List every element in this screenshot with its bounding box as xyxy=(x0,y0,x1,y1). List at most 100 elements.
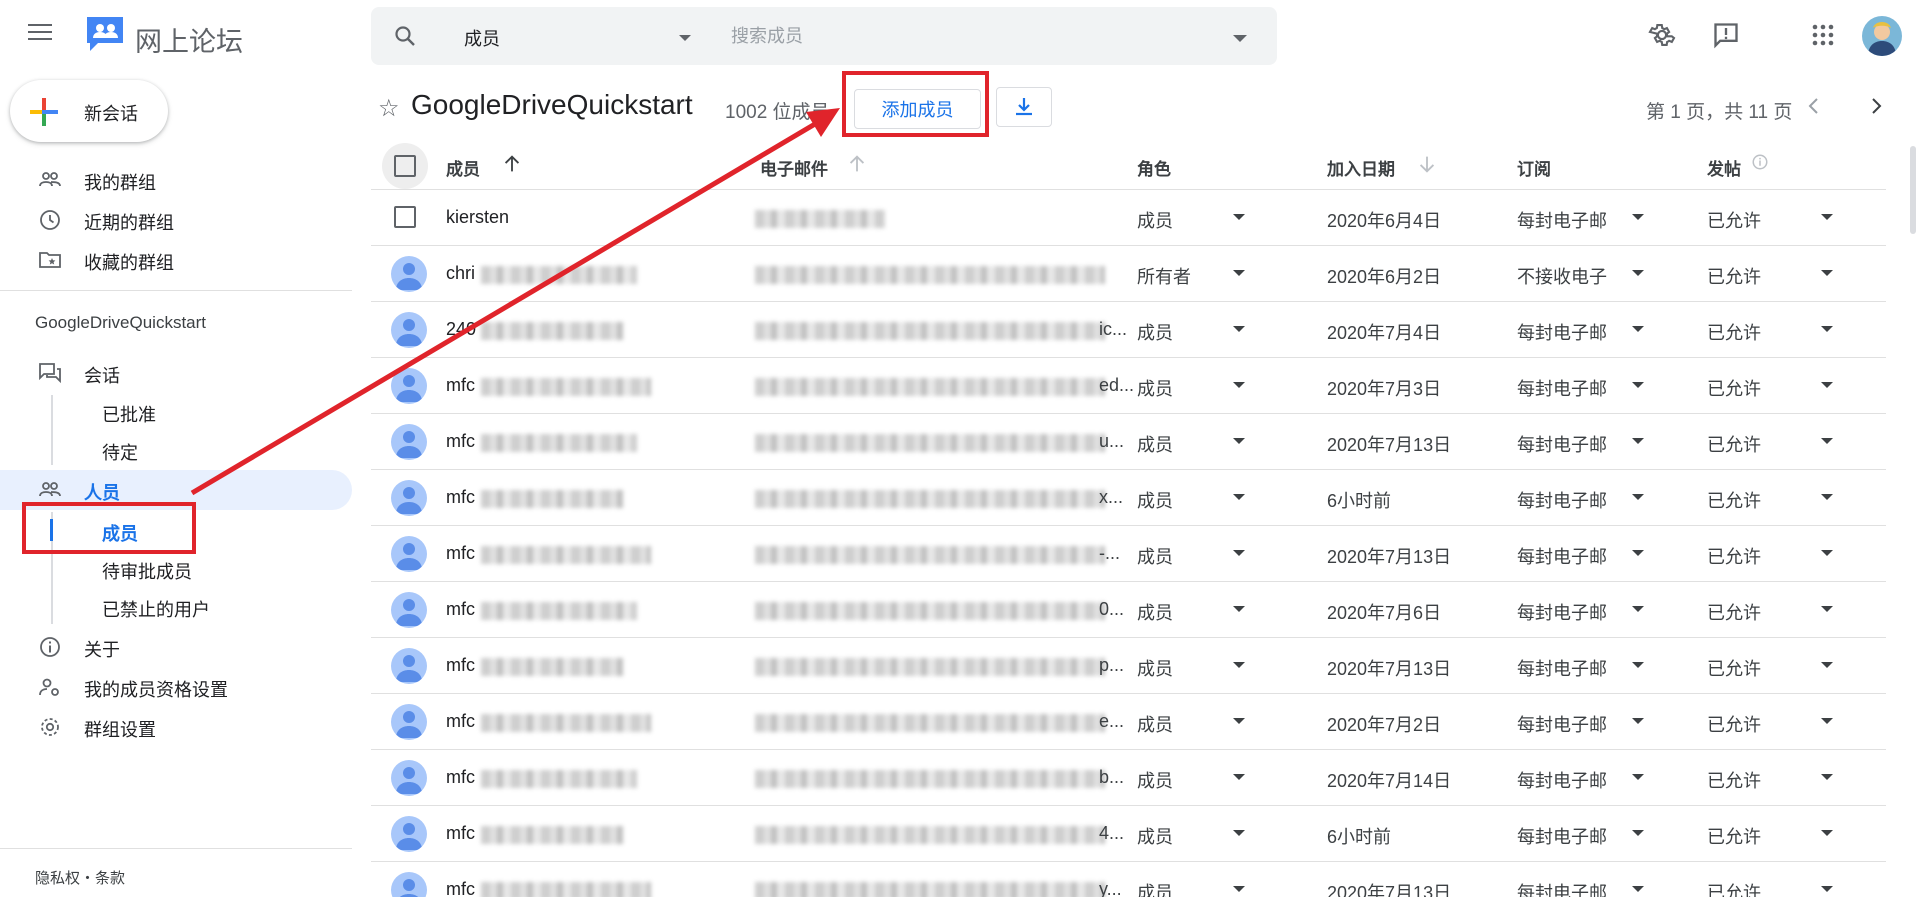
role-select[interactable]: 所有者 xyxy=(1137,263,1191,289)
table-row[interactable]: mfc p... 成员 2020年7月13日 每封电子邮 已允许 xyxy=(371,638,1886,694)
groups-logo-icon[interactable] xyxy=(84,14,126,56)
chevron-down-icon[interactable] xyxy=(1632,438,1644,444)
arrow-down-icon[interactable] xyxy=(1416,153,1438,175)
chevron-down-icon[interactable] xyxy=(1821,774,1833,780)
posting-select[interactable]: 已允许 xyxy=(1707,431,1761,457)
app-title[interactable]: 网上论坛 xyxy=(135,20,243,59)
chevron-down-icon[interactable] xyxy=(1233,606,1245,612)
chevron-down-icon[interactable] xyxy=(1233,830,1245,836)
column-header-member[interactable]: 成员 xyxy=(446,155,480,180)
chevron-down-icon[interactable] xyxy=(1233,382,1245,388)
chevron-down-icon[interactable] xyxy=(1233,438,1245,444)
posting-select[interactable]: 已允许 xyxy=(1707,543,1761,569)
chevron-down-icon[interactable] xyxy=(1632,214,1644,220)
posting-select[interactable]: 已允许 xyxy=(1707,879,1761,897)
posting-select[interactable]: 已允许 xyxy=(1707,207,1761,233)
chevron-right-icon[interactable] xyxy=(1864,94,1888,118)
member-name[interactable]: mfc xyxy=(446,823,475,844)
table-row[interactable]: mfc b... 成员 2020年7月14日 每封电子邮 已允许 xyxy=(371,750,1886,806)
chevron-down-icon[interactable] xyxy=(1821,270,1833,276)
member-name[interactable]: mfc xyxy=(446,879,475,897)
subscription-select[interactable]: 每封电子邮 xyxy=(1517,823,1607,849)
chevron-down-icon[interactable] xyxy=(1821,214,1833,220)
table-row[interactable]: mfc 4... 成员 6小时前 每封电子邮 已允许 xyxy=(371,806,1886,862)
nav-group-settings[interactable]: 群组设置 xyxy=(0,709,350,745)
role-select[interactable]: 成员 xyxy=(1137,487,1173,513)
search-options-icon[interactable] xyxy=(1233,35,1247,42)
nav-recent-groups[interactable]: 近期的群组 xyxy=(0,202,350,238)
posting-select[interactable]: 已允许 xyxy=(1707,375,1761,401)
chevron-down-icon[interactable] xyxy=(1821,718,1833,724)
chevron-down-icon[interactable] xyxy=(1233,718,1245,724)
role-select[interactable]: 成员 xyxy=(1137,823,1173,849)
new-conversation-button[interactable]: 新会话 xyxy=(10,80,168,142)
member-name[interactable]: mfc xyxy=(446,655,475,676)
column-header-subscription[interactable]: 订阅 xyxy=(1517,155,1551,180)
column-header-join-date[interactable]: 加入日期 xyxy=(1327,155,1395,180)
column-header-role[interactable]: 角色 xyxy=(1137,155,1171,180)
chevron-down-icon[interactable] xyxy=(1821,662,1833,668)
role-select[interactable]: 成员 xyxy=(1137,711,1173,737)
role-select[interactable]: 成员 xyxy=(1137,599,1173,625)
chevron-down-icon[interactable] xyxy=(1632,774,1644,780)
subscription-select[interactable]: 每封电子邮 xyxy=(1517,375,1607,401)
posting-select[interactable]: 已允许 xyxy=(1707,767,1761,793)
chevron-down-icon[interactable] xyxy=(1233,886,1245,892)
account-avatar[interactable] xyxy=(1862,16,1902,56)
role-select[interactable]: 成员 xyxy=(1137,431,1173,457)
column-header-posting[interactable]: 发帖 xyxy=(1707,155,1741,180)
nav-membership-settings[interactable]: 我的成员资格设置 xyxy=(0,669,350,705)
download-button[interactable] xyxy=(996,87,1052,127)
chevron-down-icon[interactable] xyxy=(1632,886,1644,892)
chevron-down-icon[interactable] xyxy=(679,35,691,41)
main-menu-icon[interactable] xyxy=(28,24,52,42)
chevron-down-icon[interactable] xyxy=(1233,326,1245,332)
nav-conversations[interactable]: 会话 xyxy=(0,355,350,391)
chevron-down-icon[interactable] xyxy=(1632,270,1644,276)
chevron-down-icon[interactable] xyxy=(1821,382,1833,388)
subscription-select[interactable]: 每封电子邮 xyxy=(1517,599,1607,625)
table-row[interactable]: mfc u... 成员 2020年7月13日 每封电子邮 已允许 xyxy=(371,414,1886,470)
chevron-left-icon[interactable] xyxy=(1802,94,1826,118)
chevron-down-icon[interactable] xyxy=(1233,774,1245,780)
chevron-down-icon[interactable] xyxy=(1821,326,1833,332)
member-name[interactable]: mfc xyxy=(446,599,475,620)
table-row[interactable]: mfc 0... 成员 2020年7月6日 每封电子邮 已允许 xyxy=(371,582,1886,638)
apps-grid-icon[interactable] xyxy=(1806,18,1840,52)
info-icon[interactable] xyxy=(1751,153,1769,171)
table-row[interactable]: kiersten 成员 2020年6月4日 每封电子邮 已允许 xyxy=(371,190,1886,246)
subscription-select[interactable]: 每封电子邮 xyxy=(1517,543,1607,569)
chevron-down-icon[interactable] xyxy=(1233,494,1245,500)
privacy-terms-link[interactable]: 隐私权・条款 xyxy=(35,867,125,888)
chevron-down-icon[interactable] xyxy=(1632,550,1644,556)
posting-select[interactable]: 已允许 xyxy=(1707,487,1761,513)
posting-select[interactable]: 已允许 xyxy=(1707,823,1761,849)
member-name[interactable]: mfc xyxy=(446,487,475,508)
chevron-down-icon[interactable] xyxy=(1233,662,1245,668)
nav-my-groups[interactable]: 我的群组 xyxy=(0,162,350,198)
column-header-email[interactable]: 电子邮件 xyxy=(760,155,828,180)
table-row[interactable]: mfc -... 成员 2020年7月13日 每封电子邮 已允许 xyxy=(371,526,1886,582)
chevron-down-icon[interactable] xyxy=(1632,830,1644,836)
table-row[interactable]: chri 所有者 2020年6月2日 不接收电子 已允许 xyxy=(371,246,1886,302)
nav-banned-users[interactable]: 已禁止的用户 xyxy=(102,596,210,628)
chevron-down-icon[interactable] xyxy=(1632,606,1644,612)
subscription-select[interactable]: 每封电子邮 xyxy=(1517,431,1607,457)
nav-pending[interactable]: 待定 xyxy=(102,439,138,471)
posting-select[interactable]: 已允许 xyxy=(1707,655,1761,681)
chevron-down-icon[interactable] xyxy=(1821,830,1833,836)
member-name[interactable]: mfc xyxy=(446,431,475,452)
nav-pending-members[interactable]: 待审批成员 xyxy=(102,558,192,590)
table-row[interactable]: mfc x... 成员 6小时前 每封电子邮 已允许 xyxy=(371,470,1886,526)
arrow-up-icon[interactable] xyxy=(846,153,868,175)
chevron-down-icon[interactable] xyxy=(1233,550,1245,556)
role-select[interactable]: 成员 xyxy=(1137,375,1173,401)
posting-select[interactable]: 已允许 xyxy=(1707,599,1761,625)
subscription-select[interactable]: 每封电子邮 xyxy=(1517,487,1607,513)
member-name[interactable]: chri xyxy=(446,263,475,284)
table-row[interactable]: mfc ed... 成员 2020年7月3日 每封电子邮 已允许 xyxy=(371,358,1886,414)
star-icon[interactable]: ☆ xyxy=(378,94,400,123)
posting-select[interactable]: 已允许 xyxy=(1707,711,1761,737)
row-checkbox[interactable] xyxy=(394,206,416,228)
subscription-select[interactable]: 每封电子邮 xyxy=(1517,879,1607,897)
